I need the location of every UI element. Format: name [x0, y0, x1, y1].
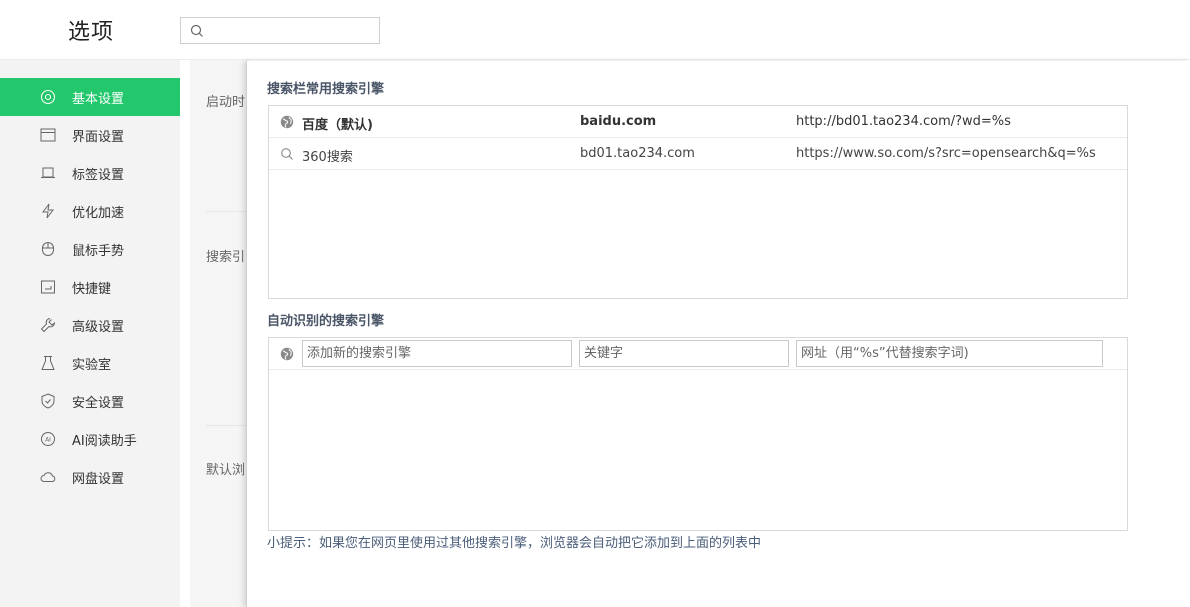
auto-engines-table — [268, 337, 1128, 531]
table-row[interactable]: 360搜索 bd01.tao234.com https://www.so.com… — [269, 138, 1127, 170]
engine-name: 360搜索 — [302, 150, 353, 165]
sidebar-item-label: 基本设置 — [72, 92, 125, 107]
sidebar: 基本设置 界面设置 标签设置 优化加速 鼠标手势 快捷键 高级设置 实验室 安全… — [0, 60, 180, 607]
default-browser-section-label: 默认浏 — [206, 463, 246, 478]
section-divider — [206, 425, 246, 426]
wrench-icon — [40, 318, 56, 333]
new-engine-name-input[interactable] — [302, 340, 572, 367]
search-icon — [281, 148, 293, 160]
sidebar-item-shortcuts[interactable]: 快捷键 — [0, 268, 180, 306]
section-divider — [206, 211, 246, 212]
sidebar-item-label: 高级设置 — [72, 320, 125, 335]
auto-engines-title: 自动识别的搜索引擎 — [267, 314, 385, 329]
sidebar-item-basic-settings[interactable]: 基本设置 — [0, 78, 180, 116]
svg-text:AI: AI — [45, 437, 51, 444]
hint-text: 小提示：如果您在网页里使用过其他搜索引擎，浏览器会自动把它添加到上面的列表中 — [267, 536, 762, 551]
tab-icon — [41, 167, 55, 178]
settings-search-box[interactable] — [180, 17, 380, 44]
new-engine-keyword-input[interactable] — [579, 340, 789, 367]
cloud-icon — [40, 472, 56, 482]
search-icon — [190, 24, 203, 37]
sidebar-item-label: 网盘设置 — [72, 472, 125, 487]
sidebar-item-label: 界面设置 — [72, 130, 125, 145]
sidebar-item-tab-settings[interactable]: 标签设置 — [0, 154, 180, 192]
sidebar-item-security-settings[interactable]: 安全设置 — [0, 382, 180, 420]
sidebar-item-label: AI阅读助手 — [72, 434, 137, 449]
sidebar-item-mouse-gestures[interactable]: 鼠标手势 — [0, 230, 180, 268]
sidebar-item-label: 鼠标手势 — [72, 244, 125, 259]
engine-url: http://bd01.tao234.com/?wd=%s — [796, 114, 1011, 129]
search-engine-section-label: 搜索引 — [206, 250, 246, 265]
page-title: 选项 — [68, 20, 115, 45]
engine-keyword: bd01.tao234.com — [580, 146, 695, 161]
sidebar-item-label: 标签设置 — [72, 168, 125, 183]
settings-background-panel: 启动时 搜索引 默认浏 — [190, 60, 250, 607]
sidebar-item-ui-settings[interactable]: 界面设置 — [0, 116, 180, 154]
mouse-icon — [42, 242, 54, 256]
sidebar-item-ai-reading-assistant[interactable]: AI AI阅读助手 — [0, 420, 180, 458]
settings-icon — [40, 89, 56, 105]
search-engine-dialog: 搜索栏常用搜索引擎 百度（默认) baidu.com http://bd01.t… — [246, 61, 1190, 607]
sidebar-item-label: 安全设置 — [72, 396, 125, 411]
lightning-icon — [42, 203, 54, 219]
table-row[interactable]: 百度（默认) baidu.com http://bd01.tao234.com/… — [269, 106, 1127, 138]
engine-keyword: baidu.com — [580, 114, 657, 129]
settings-search-input[interactable] — [209, 21, 374, 40]
globe-icon — [280, 347, 294, 361]
sidebar-item-label: 优化加速 — [72, 206, 125, 221]
globe-icon — [280, 115, 294, 129]
engine-name: 百度（默认) — [302, 118, 373, 133]
sidebar-item-label: 实验室 — [72, 358, 112, 373]
shield-icon — [41, 393, 55, 409]
add-engine-row — [269, 338, 1127, 370]
sidebar-item-label: 快捷键 — [72, 282, 112, 297]
flask-icon — [41, 356, 55, 370]
common-engines-table: 百度（默认) baidu.com http://bd01.tao234.com/… — [268, 105, 1128, 299]
window-icon — [40, 128, 56, 142]
header: 选项 — [0, 0, 1190, 60]
sidebar-item-advanced-settings[interactable]: 高级设置 — [0, 306, 180, 344]
common-engines-title: 搜索栏常用搜索引擎 — [267, 82, 385, 97]
keyboard-icon — [41, 280, 55, 294]
sidebar-item-optimize[interactable]: 优化加速 — [0, 192, 180, 230]
engine-url: https://www.so.com/s?src=opensearch&q=%s — [796, 146, 1096, 161]
new-engine-url-input[interactable] — [796, 340, 1103, 367]
ai-icon: AI — [41, 432, 55, 446]
sidebar-item-lab[interactable]: 实验室 — [0, 344, 180, 382]
sidebar-item-cloud-drive[interactable]: 网盘设置 — [0, 458, 180, 496]
startup-section-label: 启动时 — [206, 95, 246, 110]
